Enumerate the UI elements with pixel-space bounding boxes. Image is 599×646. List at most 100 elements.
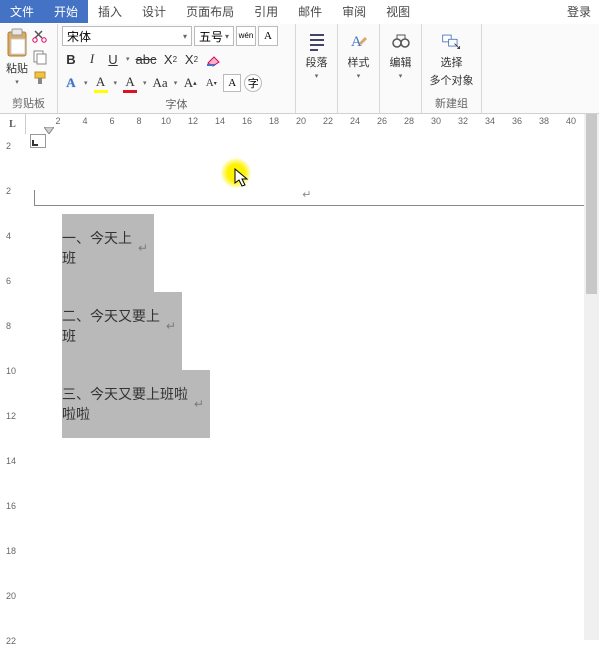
selected-line-3[interactable]: 三、今天又要上班啦啦啦↵ (62, 370, 210, 438)
ruler-tick: 26 (377, 116, 387, 126)
chevron-down-icon: ▾ (398, 72, 404, 80)
text-effects-button[interactable]: A (62, 73, 80, 93)
tab-file[interactable]: 文件 (0, 0, 44, 23)
ruler-tick: 30 (431, 116, 441, 126)
ruler-tick: 4 (6, 231, 11, 241)
group-clipboard: 粘贴 ▾ 剪贴板 (0, 24, 58, 113)
enclose-char-button[interactable]: 字 (244, 74, 262, 92)
tab-references[interactable]: 引用 (244, 0, 288, 23)
paste-button[interactable]: 粘贴 ▾ (4, 26, 30, 95)
chevron-down-icon: ▾ (314, 72, 320, 80)
ruler-tick: 20 (6, 591, 16, 601)
paragraph-mark: ↵ (302, 188, 311, 201)
ribbon: 粘贴 ▾ 剪贴板 宋体 ▾ 五号 ▾ wén (0, 24, 599, 114)
text-line-2: 二、今天又要上班 (62, 306, 164, 346)
paragraph-icon (306, 30, 328, 52)
paragraph-mark: ↵ (138, 241, 148, 256)
tab-mail[interactable]: 邮件 (288, 0, 332, 23)
document-body[interactable]: 一、今天上班↵ 二、今天又要上班↵ 三、今天又要上班啦啦啦↵ (62, 214, 210, 438)
font-size-select[interactable]: 五号 ▾ (194, 26, 234, 46)
scissors-icon (32, 28, 48, 44)
shrink-font-button[interactable]: A▾ (202, 73, 220, 93)
ruler-tick: 10 (6, 366, 16, 376)
ruler-tick: 40 (566, 116, 576, 126)
workspace: 2246810121416182022 ↵ 一、今天上班↵ 二、今天又要上班↵ … (0, 134, 599, 640)
binoculars-icon (390, 30, 412, 52)
tab-selector[interactable]: L (0, 114, 26, 134)
tab-view[interactable]: 视图 (376, 0, 420, 23)
bold-button[interactable]: B (62, 49, 80, 69)
document-page[interactable]: ↵ 一、今天上班↵ 二、今天又要上班↵ 三、今天又要上班啦啦啦↵ (26, 134, 599, 640)
font-family-select[interactable]: 宋体 ▾ (62, 26, 192, 46)
group-font: 宋体 ▾ 五号 ▾ wén A B I U ▾ abc X2 X2 A (58, 24, 296, 113)
ruler-tick: 12 (6, 411, 16, 421)
tab-insert[interactable]: 插入 (88, 0, 132, 23)
ruler-tick: 4 (82, 116, 87, 126)
edit-label: 编辑 (390, 54, 412, 70)
strikethrough-button[interactable]: abc (134, 49, 159, 69)
ruler-tick: 10 (161, 116, 171, 126)
phonetic-label: wén (239, 32, 254, 40)
ruler-tick: 2 (55, 116, 60, 126)
group-label-select: 新建组 (426, 95, 477, 112)
ruler-tick: 34 (485, 116, 495, 126)
subscript-button[interactable]: X2 (161, 49, 179, 69)
chevron-down-icon: ▾ (142, 79, 148, 87)
font-family-value: 宋体 (67, 28, 91, 45)
grow-font-button[interactable]: A▴ (181, 73, 199, 93)
highlight-color-button[interactable]: A (92, 73, 110, 93)
char-shading-button[interactable]: A (223, 74, 241, 92)
chevron-down-icon: ▾ (83, 79, 89, 87)
superscript-button[interactable]: X2 (182, 49, 200, 69)
ruler-tick: 16 (6, 501, 16, 511)
login-link[interactable]: 登录 (557, 0, 599, 23)
paragraph-label: 段落 (306, 54, 328, 70)
underline-button[interactable]: U (104, 49, 122, 69)
group-select: 选择 多个对象 新建组 (422, 24, 482, 113)
selected-line-2[interactable]: 二、今天又要上班↵ (62, 292, 182, 370)
scroll-thumb[interactable] (586, 114, 597, 294)
cut-button[interactable] (32, 28, 48, 47)
ruler-tick: 36 (512, 116, 522, 126)
copy-icon (32, 49, 48, 65)
ruler-tick: 28 (404, 116, 414, 126)
vertical-scrollbar[interactable] (584, 114, 599, 640)
text-line-3: 三、今天又要上班啦啦啦 (62, 384, 192, 424)
group-paragraph: 段落 ▾ (296, 24, 338, 113)
change-case-button[interactable]: Aa (151, 73, 170, 93)
styles-icon: A (348, 30, 370, 52)
group-label-font: 字体 (62, 96, 291, 113)
tab-review[interactable]: 审阅 (332, 0, 376, 23)
tab-start[interactable]: 开始 (44, 0, 88, 23)
selected-line-1[interactable]: 一、今天上班↵ (62, 214, 154, 292)
ruler-tick: 16 (242, 116, 252, 126)
copy-button[interactable] (32, 49, 48, 68)
font-color-button[interactable]: A (121, 73, 139, 93)
ruler-tick: 6 (6, 276, 11, 286)
eraser-icon (205, 51, 223, 67)
italic-button[interactable]: I (83, 49, 101, 69)
first-line-indent-marker[interactable] (44, 127, 54, 134)
ruler-tick: 14 (215, 116, 225, 126)
clear-format-button[interactable] (203, 49, 225, 69)
tab-layout[interactable]: 页面布局 (176, 0, 244, 23)
cursor-arrow-icon (234, 168, 250, 188)
chevron-down-icon: ▾ (225, 32, 229, 41)
ruler-tick: 38 (539, 116, 549, 126)
vertical-ruler[interactable]: 2246810121416182022 (0, 134, 26, 640)
chevron-down-icon: ▾ (113, 79, 119, 87)
select-label: 选择 (441, 54, 463, 70)
brush-icon (32, 70, 48, 86)
horizontal-ruler[interactable]: L 246810121416182022242628303234363840 (0, 114, 599, 134)
ruler-tick: 24 (350, 116, 360, 126)
ruler-tick: 32 (458, 116, 468, 126)
ruler-tick: 12 (188, 116, 198, 126)
header-boundary: ↵ (34, 190, 589, 206)
phonetic-guide-button[interactable]: wén (236, 26, 256, 46)
select-objects-icon (441, 30, 463, 52)
character-border-button[interactable]: A (258, 26, 278, 46)
chevron-down-icon: ▾ (356, 72, 362, 80)
text-line-1: 一、今天上班 (62, 228, 136, 268)
tab-design[interactable]: 设计 (132, 0, 176, 23)
format-painter-button[interactable] (32, 70, 48, 89)
